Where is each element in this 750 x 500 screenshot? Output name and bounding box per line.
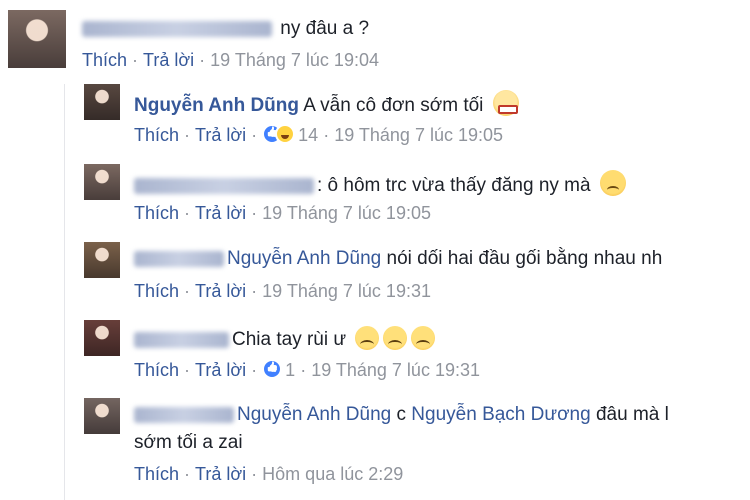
reply-body: Nguyễn Anh Dũng nói dối hai đầu gối bằng… [134, 248, 662, 270]
timestamp[interactable]: 19 Tháng 7 lúc 19:05 [334, 125, 503, 145]
reply-link[interactable]: Trả lời [195, 464, 246, 484]
angry-face-icon [492, 90, 519, 116]
comment-body: ny đâu a ? [82, 18, 369, 40]
like-link[interactable]: Thích [134, 125, 179, 145]
reaction-count: 1 [285, 360, 296, 380]
like-link[interactable]: Thích [134, 281, 179, 301]
frown-face-icon [355, 326, 380, 350]
reply-text: c [396, 404, 407, 425]
sad-face-icon [599, 170, 626, 196]
comment-meta: Thích · Trả lời · 19 Tháng 7 lúc 19:04 [82, 50, 379, 70]
avatar[interactable] [84, 242, 120, 278]
avatar[interactable] [8, 10, 66, 68]
reply-meta: Thích · Trả lời · 19 Tháng 7 lúc 19:31 [134, 281, 431, 301]
mention-link[interactable]: Nguyễn Anh Dũng [237, 404, 391, 425]
reply-meta: Thích·Trả lời·14·19 Tháng 7 lúc 19:05 [134, 124, 503, 146]
comment-author[interactable] [82, 20, 272, 37]
reply-link[interactable]: Trả lời [195, 281, 246, 301]
reply-body: : ô hôm trc vừa thấy đăng ny mà [134, 170, 626, 197]
timestamp[interactable]: 19 Tháng 7 lúc 19:31 [262, 281, 431, 301]
reply-link[interactable]: Trả lời [195, 125, 246, 145]
reply-text: : ô hôm trc vừa thấy đăng ny mà [317, 175, 591, 196]
mention-link[interactable]: Nguyễn Bạch Dương [411, 404, 590, 425]
reply-text: Chia tay rùi ư [232, 329, 347, 350]
avatar[interactable] [84, 320, 120, 356]
comment-text: ny đâu a ? [280, 18, 370, 39]
avatar[interactable] [84, 164, 120, 200]
reactions[interactable]: 14 [262, 124, 319, 145]
reply-text: nói dối hai đầu gối bằng nhau nh [386, 248, 663, 269]
reply-author[interactable] [134, 406, 234, 423]
frown-face-icon [383, 326, 408, 350]
reply-body: Nguyễn Anh Dũng c Nguyễn Bạch Dương đâu … [134, 404, 669, 426]
reply-text: A vẫn cô đơn sớm tối [303, 95, 484, 116]
avatar[interactable] [84, 84, 120, 120]
timestamp[interactable]: 19 Tháng 7 lúc 19:05 [262, 203, 431, 223]
avatar[interactable] [84, 398, 120, 434]
reply-author[interactable] [134, 331, 229, 348]
frown-face-icon [411, 326, 436, 350]
like-link[interactable]: Thích [134, 464, 179, 484]
reply-body-line2: sớm tối a zai [134, 432, 243, 454]
reply-meta: Thích·Trả lời·1·19 Tháng 7 lúc 19:31 [134, 359, 480, 381]
reply-author[interactable] [134, 250, 224, 267]
reply-link[interactable]: Trả lời [143, 50, 194, 70]
reply-author[interactable]: Nguyễn Anh Dũng [134, 95, 299, 116]
reply-link[interactable]: Trả lời [195, 360, 246, 380]
like-link[interactable]: Thích [134, 203, 179, 223]
reaction-count: 14 [298, 125, 319, 145]
reply-meta: Thích · Trả lời · 19 Tháng 7 lúc 19:05 [134, 203, 431, 223]
reply-author[interactable] [134, 177, 314, 194]
reply-body: Nguyễn Anh Dũng A vẫn cô đơn sớm tối [134, 90, 519, 117]
reply-link[interactable]: Trả lời [195, 203, 246, 223]
thread-rail [64, 84, 65, 500]
timestamp[interactable]: 19 Tháng 7 lúc 19:04 [210, 50, 379, 70]
like-icon [262, 359, 283, 379]
reply-text-line2: sớm tối a zai [134, 432, 243, 453]
like-link[interactable]: Thích [82, 50, 127, 70]
timestamp[interactable]: Hôm qua lúc 2:29 [262, 464, 403, 484]
reply-body: Chia tay rùi ư [134, 326, 436, 351]
mention-link[interactable]: Nguyễn Anh Dũng [227, 248, 381, 269]
haha-icon [275, 124, 296, 144]
reactions[interactable]: 1 [262, 359, 296, 380]
reply-text-continued: đâu mà l [595, 404, 669, 425]
timestamp[interactable]: 19 Tháng 7 lúc 19:31 [311, 360, 480, 380]
like-link[interactable]: Thích [134, 360, 179, 380]
reply-meta: Thích · Trả lời · Hôm qua lúc 2:29 [134, 464, 404, 484]
